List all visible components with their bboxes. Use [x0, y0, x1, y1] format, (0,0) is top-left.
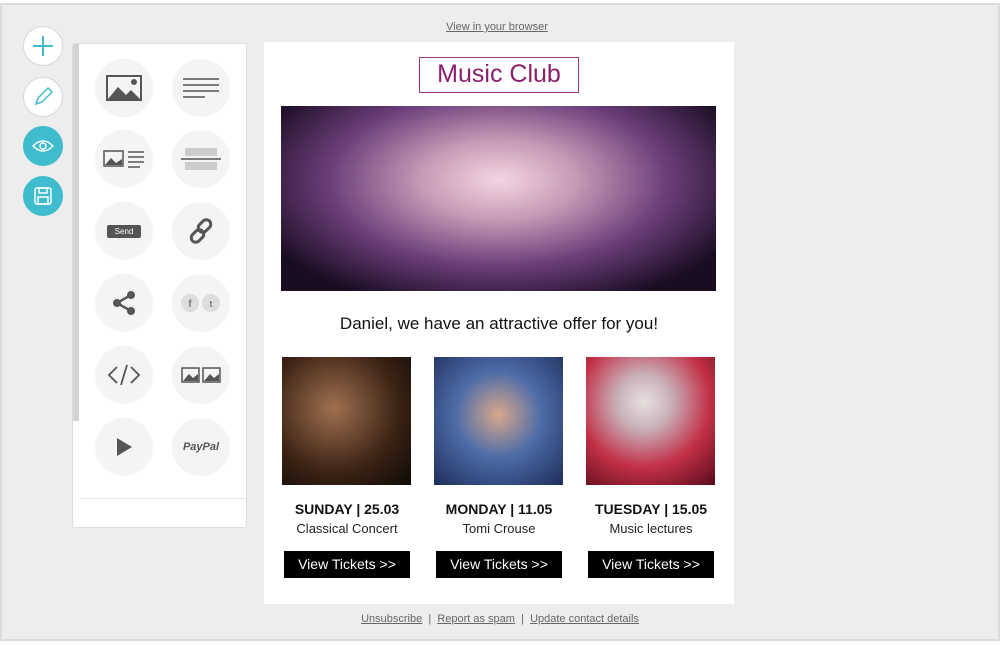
panel-divider	[79, 498, 246, 499]
plus-icon	[33, 36, 53, 56]
save-icon	[34, 187, 52, 205]
view-tickets-button[interactable]: View Tickets >>	[436, 551, 562, 578]
report-spam-link[interactable]: Report as spam	[437, 613, 515, 625]
view-tickets-button[interactable]: View Tickets >>	[588, 551, 714, 578]
scrollbar[interactable]	[73, 44, 79, 421]
logo: Music Club	[419, 57, 579, 93]
image-icon	[106, 75, 142, 101]
eye-icon	[31, 140, 55, 152]
share-icon	[113, 291, 135, 315]
event-title: Classical Concert	[296, 521, 398, 536]
text-lines-icon	[183, 78, 219, 98]
link-icon	[189, 218, 213, 244]
event-card: MONDAY | 11.05 Tomi Crouse View Tickets …	[434, 357, 564, 578]
update-contact-link[interactable]: Update contact details	[530, 613, 639, 625]
hero-image	[281, 106, 716, 291]
preview-button[interactable]	[23, 126, 63, 166]
edit-button[interactable]	[23, 77, 63, 117]
code-icon	[107, 364, 141, 386]
facebook-twitter-icon: ft	[181, 294, 220, 312]
event-title: Music lectures	[609, 521, 693, 536]
view-tickets-button[interactable]: View Tickets >>	[284, 551, 410, 578]
view-in-browser-link[interactable]: View in your browser	[446, 21, 548, 33]
blocks-panel: Send ft PayPal	[72, 43, 247, 528]
save-button[interactable]	[23, 176, 63, 216]
divider-icon	[181, 148, 221, 170]
button-block[interactable]: Send	[95, 202, 153, 260]
text-block[interactable]	[172, 59, 230, 117]
image-text-icon	[103, 150, 144, 168]
event-image	[282, 357, 411, 485]
email-preview: Music Club Daniel, we have an attractive…	[264, 42, 734, 604]
event-title: Tomi Crouse	[462, 521, 536, 536]
svg-text:f: f	[189, 299, 192, 310]
event-date: MONDAY | 11.05	[445, 501, 553, 517]
event-card: TUESDAY | 15.05 Music lectures View Tick…	[586, 357, 716, 578]
event-date: TUESDAY | 15.05	[594, 501, 708, 517]
unsubscribe-link[interactable]: Unsubscribe	[361, 613, 422, 625]
html-block[interactable]	[95, 346, 153, 404]
event-image	[586, 357, 715, 485]
share-block[interactable]	[95, 274, 153, 332]
play-icon	[117, 438, 132, 456]
paypal-icon: PayPal	[182, 441, 220, 453]
email-footer: Unsubscribe | Report as spam | Update co…	[0, 613, 1000, 625]
divider-block[interactable]	[172, 130, 230, 188]
event-image	[434, 357, 563, 485]
image-text-block[interactable]	[95, 130, 153, 188]
paypal-block[interactable]: PayPal	[172, 418, 230, 476]
link-block[interactable]	[172, 202, 230, 260]
image-block[interactable]	[95, 59, 153, 117]
gallery-icon	[181, 367, 221, 383]
send-button-icon: Send	[106, 224, 142, 238]
social-block[interactable]: ft	[172, 274, 230, 332]
headline: Daniel, we have an attractive offer for …	[339, 314, 659, 333]
gallery-block[interactable]	[172, 346, 230, 404]
video-block[interactable]	[95, 418, 153, 476]
pencil-icon	[34, 86, 54, 106]
separator: |	[428, 613, 432, 625]
event-date: SUNDAY | 25.03	[294, 501, 400, 517]
add-button[interactable]	[23, 26, 63, 66]
separator: |	[521, 613, 524, 625]
event-card: SUNDAY | 25.03 Classical Concert View Ti…	[282, 357, 412, 578]
